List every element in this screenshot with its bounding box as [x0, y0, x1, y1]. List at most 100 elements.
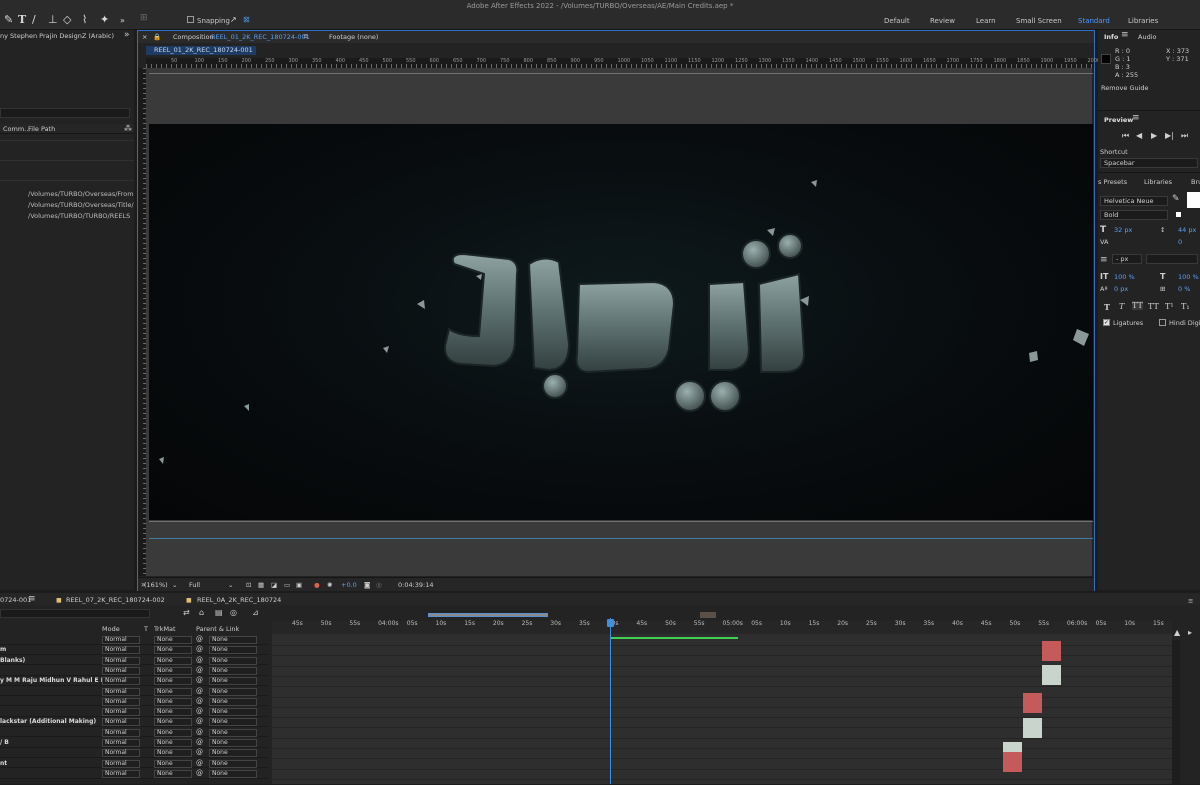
layer-clip[interactable] [1023, 718, 1042, 728]
project-search-input[interactable] [0, 108, 130, 118]
layer-clip[interactable] [1003, 742, 1022, 752]
hindi-digits-checkbox[interactable] [1159, 319, 1166, 326]
layer-name[interactable]: m [0, 646, 6, 653]
zoom-in-icon[interactable]: ▲ [1174, 628, 1180, 637]
track-matte-select[interactable]: None [154, 677, 192, 686]
timeline-track-area[interactable]: 45s 50s 55s 04:00s 05s 10s 15s 20s 25s 30s 35s 40s 4… [272, 620, 1172, 784]
blend-mode-select[interactable]: Normal [102, 718, 140, 727]
brushes-tab[interactable]: Bru [1191, 178, 1200, 186]
resolution-dropdown-icon[interactable]: ⌄ [228, 581, 233, 589]
next-frame-icon[interactable]: ▶| [1165, 131, 1174, 140]
layer-clip[interactable] [1042, 641, 1061, 651]
blend-mode-select[interactable]: Normal [102, 728, 140, 737]
blend-mode-select[interactable]: Normal [102, 759, 140, 768]
parent-select[interactable]: None [209, 739, 257, 747]
track-matte-select[interactable]: None [154, 636, 192, 644]
layer-row[interactable]: y M M Raju Midhun V Rahul E R Normal None @… [0, 676, 268, 686]
blend-mode-select[interactable]: Normal [102, 687, 140, 696]
pick-whip-icon[interactable]: @ [196, 687, 203, 695]
blend-mode-select[interactable]: Normal [102, 708, 140, 717]
pick-whip-icon[interactable]: @ [196, 759, 203, 767]
zoom-slider-thumb[interactable] [700, 612, 716, 618]
blend-mode-select[interactable]: Normal [102, 697, 140, 706]
parent-select[interactable]: None [209, 646, 257, 655]
layer-row[interactable]: nt Normal None @ None [0, 759, 268, 769]
layer-name[interactable]: Blanks) [0, 657, 25, 664]
layer-row[interactable]: Normal None @ None [0, 769, 268, 779]
comp-flowchart-icon[interactable]: ⇄ [183, 608, 190, 617]
comp-tab-prefix[interactable]: Composition [173, 33, 214, 41]
pick-whip-icon[interactable]: @ [196, 728, 203, 736]
layer-row[interactable]: Normal None @ None [0, 748, 268, 758]
track-matte-select[interactable]: None [154, 718, 192, 727]
info-tab[interactable]: Info [1104, 33, 1118, 41]
layer-row[interactable]: Normal None @ None [0, 728, 268, 738]
flowchart-icon[interactable]: ⁂ [124, 124, 132, 133]
parent-select[interactable]: None [209, 718, 257, 727]
layer-clip[interactable] [1023, 703, 1042, 713]
col-comment[interactable]: Comm... [3, 125, 30, 133]
track-matte-select[interactable]: None [154, 739, 192, 747]
track-matte-select[interactable]: None [154, 749, 192, 758]
font-family-select[interactable]: Helvetica Neue [1100, 196, 1168, 206]
col-file-path[interactable]: File Path [28, 125, 55, 133]
layer-row[interactable]: Normal None @ None [0, 666, 268, 676]
pick-whip-icon[interactable]: @ [196, 769, 203, 777]
layer-row[interactable]: Normal None @ None [0, 707, 268, 717]
stroke-mode-select[interactable] [1146, 254, 1198, 264]
shortcut-select[interactable]: Spacebar [1100, 158, 1198, 168]
vertical-scale-value[interactable]: 100 % [1114, 273, 1135, 281]
workspace-libraries[interactable]: Libraries [1128, 17, 1158, 25]
timeline-tab-reel0a[interactable]: REEL_0A_2K_REC_180724 [197, 596, 281, 604]
layer-row[interactable]: / B Normal None @ None [0, 738, 268, 748]
file-path-row[interactable]: /Volumes/TURBO/TURBO/REELS [28, 212, 134, 220]
timeline-tab-active[interactable]: 0724-001 [0, 596, 31, 604]
pick-whip-icon[interactable]: @ [196, 666, 203, 674]
small-caps-icon[interactable]: TT [1148, 302, 1159, 311]
layer-row[interactable]: Normal None @ None [0, 687, 268, 697]
shy-layers-icon[interactable]: ⌂ [199, 608, 204, 617]
comp-viewer-canvas[interactable] [149, 124, 1093, 520]
exposure-reset-icon[interactable]: ✺ [327, 581, 332, 589]
transparency-grid-icon[interactable]: ▦ [258, 581, 264, 589]
pen-tool-icon[interactable]: ✎ [4, 13, 13, 26]
layer-search-input[interactable] [0, 609, 150, 618]
pick-whip-icon[interactable]: @ [196, 635, 203, 643]
layer-clip[interactable] [1042, 665, 1061, 675]
timeline-tab-reel07[interactable]: REEL_07_2K_REC_180724-002 [66, 596, 165, 604]
workspace-review[interactable]: Review [930, 17, 955, 25]
layer-row[interactable]: Normal None @ None [0, 635, 268, 645]
blend-mode-select[interactable]: Normal [102, 636, 140, 644]
zoom-out-icon[interactable]: ▸ [1188, 628, 1192, 637]
track-matte-select[interactable]: None [154, 656, 192, 665]
parent-select[interactable]: None [209, 636, 257, 644]
track-matte-select[interactable]: None [154, 666, 192, 675]
show-snapshot-icon[interactable]: ◎ [376, 581, 382, 589]
grid-guides-icon[interactable]: ▭ [284, 581, 290, 589]
current-time[interactable]: 0:04:39:14 [398, 581, 434, 589]
zoom-dropdown-icon[interactable]: ⌄ [172, 581, 177, 589]
panel-menu-icon[interactable]: ≡ [1188, 597, 1193, 605]
track-matte-select[interactable]: None [154, 687, 192, 696]
layer-clip[interactable] [1003, 762, 1022, 772]
eyedropper-icon[interactable]: ✎ [1172, 194, 1180, 204]
footage-tab[interactable]: Footage (none) [329, 33, 378, 41]
local-axis-icon[interactable]: ⊞ [140, 13, 148, 23]
layer-clip[interactable] [1042, 675, 1061, 685]
layer-row[interactable]: lackstar (Additional Making) Normal None @ N… [0, 717, 268, 728]
layer-row[interactable]: m Normal None @ None [0, 645, 268, 655]
layer-name[interactable]: nt [0, 760, 7, 767]
layer-clip[interactable] [1023, 693, 1042, 703]
roto-brush-icon[interactable]: ⌇ [82, 13, 87, 26]
close-tab-icon[interactable]: × [142, 33, 147, 41]
exposure-value[interactable]: +0.0 [341, 581, 357, 589]
clone-stamp-icon[interactable]: ⊥ [48, 13, 58, 26]
mask-visibility-icon[interactable]: ◪ [271, 581, 277, 589]
pick-whip-icon[interactable]: @ [196, 707, 203, 715]
graph-editor-icon[interactable]: ⊿ [252, 608, 259, 617]
pick-whip-icon[interactable]: @ [196, 656, 203, 664]
last-frame-icon[interactable]: ⏭ [1181, 131, 1188, 141]
color-channel-icon[interactable]: ● [314, 581, 320, 589]
workspace-standard[interactable]: Standard [1078, 17, 1110, 25]
parent-select[interactable]: None [209, 687, 257, 696]
